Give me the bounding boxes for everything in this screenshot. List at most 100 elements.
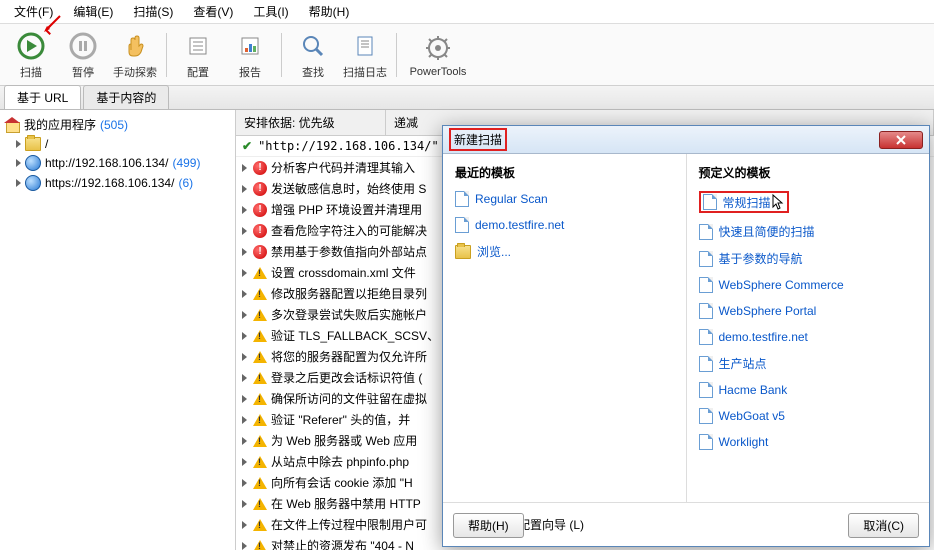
expand-icon[interactable] — [242, 521, 247, 529]
template-item[interactable]: WebSphere Commerce — [699, 277, 918, 293]
file-icon — [699, 277, 713, 293]
expand-icon[interactable] — [242, 185, 247, 193]
template-item[interactable]: 快速且简便的扫描 — [699, 223, 918, 240]
template-label: Worklight — [719, 435, 769, 449]
expand-icon[interactable] — [242, 437, 247, 445]
expand-icon[interactable] — [242, 332, 247, 340]
expand-icon[interactable] — [242, 479, 247, 487]
expand-icon[interactable] — [16, 179, 21, 187]
file-icon — [699, 251, 713, 267]
tree-item[interactable]: / — [2, 135, 233, 153]
file-icon — [699, 434, 713, 450]
file-icon — [699, 329, 713, 345]
severity-medium-icon — [253, 267, 267, 279]
file-icon — [699, 382, 713, 398]
main-toolbar: 扫描 暂停 手动探索 配置 报告 查找 扫描日志 — [0, 24, 934, 86]
file-icon — [455, 217, 469, 233]
help-button[interactable]: 帮助(H) — [453, 513, 524, 538]
severity-medium-icon — [253, 351, 267, 363]
toolbar-find[interactable]: 查找 — [288, 27, 338, 83]
pause-icon — [67, 30, 99, 62]
expand-icon[interactable] — [16, 159, 21, 167]
tree-item[interactable]: http://192.168.106.134/ (499) — [2, 153, 233, 173]
menu-file[interactable]: 文件(F) — [4, 0, 63, 23]
tab-url[interactable]: 基于 URL — [4, 85, 81, 109]
toolbar-scan[interactable]: 扫描 — [6, 27, 56, 83]
tree-item[interactable]: https://192.168.106.134/ (6) — [2, 173, 233, 193]
menu-edit[interactable]: 编辑(E) — [63, 0, 123, 23]
dialog-titlebar[interactable]: 新建扫描 — [443, 126, 929, 154]
severity-medium-icon — [253, 372, 267, 384]
predef-title: 预定义的模板 — [699, 164, 918, 181]
toolbar-config[interactable]: 配置 — [173, 27, 223, 83]
template-item[interactable]: 基于参数的导航 — [699, 250, 918, 267]
template-item[interactable]: demo.testfire.net — [455, 217, 674, 233]
template-item[interactable]: WebGoat v5 — [699, 408, 918, 424]
expand-icon[interactable] — [242, 374, 247, 382]
template-item[interactable]: Worklight — [699, 434, 918, 450]
check-icon: ✔ — [242, 139, 252, 153]
template-item[interactable]: demo.testfire.net — [699, 329, 918, 345]
expand-icon[interactable] — [242, 290, 247, 298]
template-item[interactable]: Regular Scan — [455, 191, 674, 207]
expand-icon[interactable] — [242, 353, 247, 361]
tree-root-count: (505) — [100, 118, 128, 132]
menu-scan[interactable]: 扫描(S) — [123, 0, 183, 23]
menu-help[interactable]: 帮助(H) — [299, 0, 360, 23]
globe-icon — [25, 175, 41, 191]
expand-icon[interactable] — [242, 458, 247, 466]
severity-high-icon: ! — [253, 224, 267, 238]
toolbar-report[interactable]: 报告 — [225, 27, 275, 83]
view-tabs: 基于 URL 基于内容的 — [0, 86, 934, 110]
template-item[interactable]: Hacme Bank — [699, 382, 918, 398]
folder-icon — [25, 137, 41, 151]
cancel-button[interactable]: 取消(C) — [848, 513, 919, 538]
gear-icon — [422, 32, 454, 64]
severity-medium-icon — [253, 519, 267, 531]
toolbar-separator — [166, 33, 167, 77]
template-label: Hacme Bank — [719, 383, 788, 397]
toolbar-scanlog[interactable]: 扫描日志 — [340, 27, 390, 83]
expand-icon[interactable] — [16, 140, 21, 148]
severity-medium-icon — [253, 330, 267, 342]
expand-icon[interactable] — [242, 206, 247, 214]
expand-icon[interactable] — [242, 164, 247, 172]
expand-icon[interactable] — [242, 395, 247, 403]
expand-icon[interactable] — [242, 269, 247, 277]
menu-view[interactable]: 查看(V) — [183, 0, 243, 23]
report-icon — [234, 30, 266, 62]
toolbar-manual[interactable]: 手动探索 — [110, 27, 160, 83]
severity-medium-icon — [253, 456, 267, 468]
template-label: Regular Scan — [475, 192, 548, 206]
app-tree: 我的应用程序 (505) / http://192.168.106.134/ (… — [0, 110, 236, 550]
toolbar-pause[interactable]: 暂停 — [58, 27, 108, 83]
menu-tools[interactable]: 工具(I) — [243, 0, 298, 23]
template-item[interactable]: WebSphere Portal — [699, 303, 918, 319]
hand-icon — [119, 30, 151, 62]
search-icon — [297, 30, 329, 62]
file-icon — [455, 191, 469, 207]
tab-content[interactable]: 基于内容的 — [83, 85, 169, 109]
expand-icon[interactable] — [242, 311, 247, 319]
expand-icon[interactable] — [242, 416, 247, 424]
tree-root[interactable]: 我的应用程序 (505) — [2, 114, 233, 135]
recent-templates: 最近的模板 Regular Scandemo.testfire.net浏览... — [443, 154, 687, 502]
config-icon — [182, 30, 214, 62]
expand-icon[interactable] — [242, 248, 247, 256]
file-icon — [699, 356, 713, 372]
expand-icon[interactable] — [242, 542, 247, 550]
toolbar-powertools[interactable]: PowerTools — [403, 27, 473, 83]
close-button[interactable] — [879, 131, 923, 149]
severity-medium-icon — [253, 477, 267, 489]
sort-by[interactable]: 安排依据: 优先级 — [236, 110, 386, 135]
template-item[interactable]: 生产站点 — [699, 355, 918, 372]
template-item[interactable]: 浏览... — [455, 243, 674, 260]
file-icon — [703, 194, 717, 210]
severity-high-icon: ! — [253, 161, 267, 175]
expand-icon[interactable] — [242, 227, 247, 235]
close-icon — [895, 135, 907, 145]
template-label: 生产站点 — [719, 355, 767, 372]
template-label: WebGoat v5 — [719, 409, 785, 423]
template-item[interactable]: 常规扫描 — [699, 191, 789, 213]
expand-icon[interactable] — [242, 500, 247, 508]
